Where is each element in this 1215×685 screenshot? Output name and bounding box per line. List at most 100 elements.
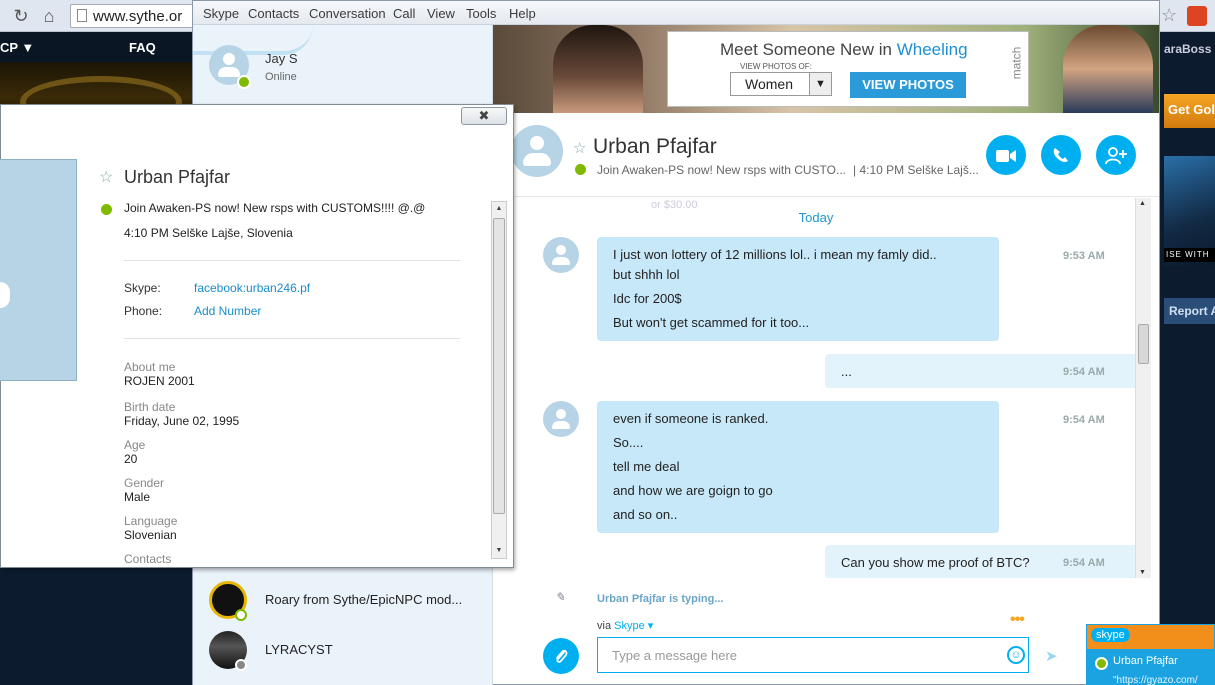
message-bubble[interactable]: I just won lottery of 12 millions lol.. … (597, 237, 999, 341)
skype-logo: skype (1091, 628, 1130, 642)
contact-item[interactable]: Roary from Sythe/EpicNPC mod... (193, 577, 493, 623)
site-nav-cp[interactable]: CP ▼ (0, 40, 34, 55)
menu-call[interactable]: Call (393, 6, 415, 21)
emoji-icon[interactable]: ☺ (1007, 646, 1025, 664)
divider (124, 338, 460, 339)
menu-view[interactable]: View (427, 6, 455, 21)
day-separator: Today (798, 210, 834, 225)
site-nav-faq[interactable]: FAQ (129, 40, 156, 55)
sender-avatar[interactable] (543, 237, 579, 273)
skype-name-link[interactable]: facebook:urban246.pf (194, 281, 310, 295)
gender-value: Male (124, 490, 151, 504)
scroll-up-icon[interactable]: ▲ (1139, 200, 1146, 207)
menu-bar: Skype Contacts Conversation Call View To… (193, 1, 1159, 25)
browser-extension-icons: ☆ (1159, 4, 1215, 28)
age-value: 20 (124, 452, 138, 466)
my-status[interactable]: Online (265, 71, 297, 83)
message-time: 9:54 AM (1063, 414, 1105, 426)
birth-date-value: Friday, June 02, 1995 (124, 414, 240, 428)
message-line: and how we are goign to go (613, 483, 773, 498)
chat-history: or $30.00 Today I just won lottery of 12… (493, 198, 1143, 578)
contact-avatar[interactable] (511, 125, 563, 177)
scroll-down-icon[interactable]: ▼ (1139, 569, 1146, 576)
ad-city: Wheeling (896, 40, 968, 59)
address-bar[interactable]: www.sythe.or (70, 4, 195, 28)
home-icon[interactable]: ⌂ (38, 5, 60, 27)
skype-label: Skype: (124, 281, 161, 295)
close-button[interactable]: ✖ (461, 107, 507, 125)
notification-header: skype (1087, 625, 1214, 649)
message-time: 9:54 AM (1063, 366, 1105, 378)
menu-conversation[interactable]: Conversation (309, 6, 386, 21)
online-status-icon (575, 164, 586, 175)
more-options-icon[interactable]: ••• (1010, 611, 1025, 629)
divider (124, 260, 460, 261)
menu-tools[interactable]: Tools (466, 6, 496, 21)
my-profile-card[interactable]: Jay S Online (193, 25, 493, 103)
online-status-icon (237, 75, 251, 89)
call-icon (1053, 148, 1068, 163)
conversation-title[interactable]: Urban Pfajfar (593, 135, 717, 159)
menu-contacts[interactable]: Contacts (248, 6, 299, 21)
close-icon: ✖ (478, 108, 490, 123)
add-number-link[interactable]: Add Number (194, 304, 261, 318)
contact-name: Roary from Sythe/EpicNPC mod... (265, 592, 463, 607)
contact-location: | 4:10 PM Selške Lajš... (853, 163, 979, 177)
ad-title: Meet Someone New in Wheeling (720, 40, 968, 59)
message-line: But won't get scammed for it too... (613, 315, 810, 330)
favorite-star-icon[interactable]: ☆ (573, 139, 586, 157)
message-bubble[interactable]: even if someone is ranked. So.... tell m… (597, 401, 999, 533)
extension-icon[interactable] (1187, 6, 1207, 26)
message-input[interactable]: Type a message here (597, 637, 1029, 673)
report-button[interactable]: Report A (1164, 298, 1215, 324)
notification-title: Urban Pfajfar (1113, 655, 1178, 667)
skype-notification[interactable]: skype Urban Pfajfar "https://gyazo.com/ (1086, 624, 1215, 685)
menu-skype[interactable]: Skype (203, 6, 239, 21)
attach-icon (556, 649, 568, 663)
site-username[interactable]: araBoss (1160, 42, 1215, 68)
site-nav: CP ▼ FAQ (0, 32, 192, 62)
ad-panel: Meet Someone New in Wheeling VIEW PHOTOS… (667, 31, 1029, 107)
video-call-button[interactable] (986, 135, 1026, 175)
profile-name: Urban Pfajfar (124, 167, 231, 187)
profile-scrollbar[interactable]: ▲ ▼ (491, 201, 507, 559)
ad-gender-select[interactable]: Women ▼ (730, 72, 832, 96)
chat-scrollbar[interactable]: ▲ ▼ (1135, 198, 1151, 578)
scroll-thumb[interactable] (493, 218, 505, 514)
message-line: tell me deal (613, 459, 680, 474)
language-label: Language (124, 514, 178, 528)
scroll-up-icon[interactable]: ▲ (492, 202, 506, 216)
view-photos-button[interactable]: VIEW PHOTOS (850, 72, 966, 98)
typing-pen-icon: ✎ (555, 590, 566, 604)
contact-item[interactable]: LYRACYST (193, 627, 493, 673)
favorite-star-icon[interactable]: ☆ (99, 167, 113, 187)
ad-caption: ISE WITH (1164, 248, 1215, 262)
get-gold-button[interactable]: Get Gol (1164, 94, 1215, 128)
bookmark-star-icon[interactable]: ☆ (1161, 5, 1177, 26)
send-icon[interactable]: ➤ (1045, 647, 1058, 665)
about-me-value: ROJEN 2001 (124, 374, 195, 388)
reload-icon[interactable]: ↻ (10, 5, 32, 27)
sender-avatar[interactable] (543, 401, 579, 437)
scroll-down-icon[interactable]: ▼ (492, 544, 506, 558)
contact-profile-window: ✖ ☆ Urban Pfajfar Join Awaken-PS now! Ne… (0, 104, 514, 568)
message-time: 9:53 AM (1063, 250, 1105, 262)
typing-indicator: Urban Pfajfar is typing... (597, 593, 724, 605)
send-via-selector[interactable]: Skype ▾ (614, 620, 653, 632)
add-contact-button[interactable] (1096, 135, 1136, 175)
ad-photo-right (1063, 25, 1153, 113)
advertisement-banner[interactable]: Meet Someone New in Wheeling VIEW PHOTOS… (493, 25, 1159, 113)
scroll-thumb[interactable] (1138, 324, 1149, 364)
profile-picture (0, 159, 77, 381)
notification-preview: "https://gyazo.com/ (1113, 675, 1198, 685)
online-status-icon (235, 609, 247, 621)
audio-call-button[interactable] (1041, 135, 1081, 175)
birth-date-label: Birth date (124, 400, 176, 414)
online-status-icon (101, 204, 112, 215)
attach-button[interactable] (543, 638, 579, 674)
menu-help[interactable]: Help (509, 6, 536, 21)
send-via: via Skype ▾ (597, 620, 654, 632)
unknown-status-icon (235, 659, 247, 671)
language-value: Slovenian (124, 528, 177, 542)
online-status-icon (1095, 657, 1108, 670)
